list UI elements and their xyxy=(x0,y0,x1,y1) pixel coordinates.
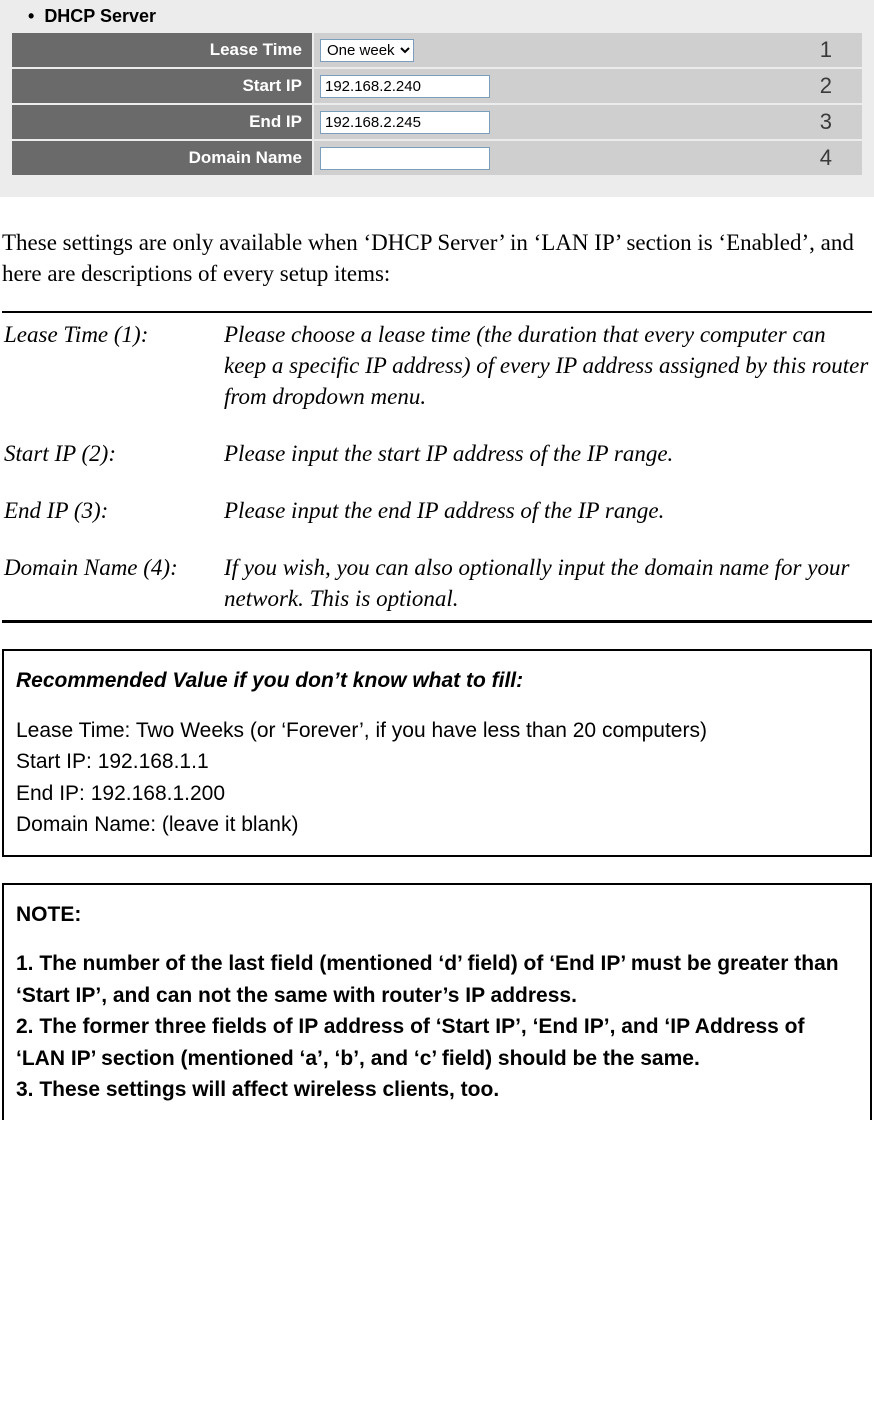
end-ip-input[interactable] xyxy=(320,111,490,134)
recommended-line: End IP: 192.168.1.200 xyxy=(16,778,858,810)
callout-2: 2 xyxy=(820,73,832,99)
cell-domain-name: 4 xyxy=(314,141,862,175)
lease-time-select[interactable]: One week xyxy=(320,39,414,62)
dhcp-form-panel: DHCP Server Lease Time One week 1 Start … xyxy=(0,0,874,197)
definitions-table: Lease Time (1): Please choose a lease ti… xyxy=(2,311,872,623)
label-lease-time: Lease Time xyxy=(12,33,312,67)
row-start-ip: Start IP 2 xyxy=(12,69,862,103)
start-ip-input[interactable] xyxy=(320,75,490,98)
cell-end-ip: 3 xyxy=(314,105,862,139)
def-row-domain-name: Domain Name (4): If you wish, you can al… xyxy=(2,546,872,622)
row-end-ip: End IP 3 xyxy=(12,105,862,139)
def-term: Domain Name (4): xyxy=(2,546,222,622)
dhcp-form-table: Lease Time One week 1 Start IP 2 End IP … xyxy=(10,31,864,177)
callout-4: 4 xyxy=(820,145,832,171)
def-row-end-ip: End IP (3): Please input the end IP addr… xyxy=(2,489,872,532)
recommended-title: Recommended Value if you don’t know what… xyxy=(16,665,858,697)
recommended-line: Lease Time: Two Weeks (or ‘Forever’, if … xyxy=(16,715,858,747)
recommended-line: Start IP: 192.168.1.1 xyxy=(16,746,858,778)
def-term: End IP (3): xyxy=(2,489,222,532)
label-end-ip: End IP xyxy=(12,105,312,139)
section-title: DHCP Server xyxy=(28,6,864,27)
label-start-ip: Start IP xyxy=(12,69,312,103)
recommended-line: Domain Name: (leave it blank) xyxy=(16,809,858,841)
def-row-start-ip: Start IP (2): Please input the start IP … xyxy=(2,432,872,475)
cell-start-ip: 2 xyxy=(314,69,862,103)
label-domain-name: Domain Name xyxy=(12,141,312,175)
def-term: Lease Time (1): xyxy=(2,312,222,418)
callout-1: 1 xyxy=(820,37,832,63)
def-desc: Please choose a lease time (the duration… xyxy=(222,312,872,418)
def-row-lease-time: Lease Time (1): Please choose a lease ti… xyxy=(2,312,872,418)
def-desc: Please input the end IP address of the I… xyxy=(222,489,872,532)
def-term: Start IP (2): xyxy=(2,432,222,475)
note-line: 1. The number of the last field (mention… xyxy=(16,948,858,1011)
callout-3: 3 xyxy=(820,109,832,135)
recommended-box: Recommended Value if you don’t know what… xyxy=(2,649,872,857)
note-box: NOTE: 1. The number of the last field (m… xyxy=(2,883,872,1120)
row-domain-name: Domain Name 4 xyxy=(12,141,862,175)
domain-name-input[interactable] xyxy=(320,147,490,170)
note-line: 3. These settings will affect wireless c… xyxy=(16,1074,858,1106)
def-desc: Please input the start IP address of the… xyxy=(222,432,872,475)
row-lease-time: Lease Time One week 1 xyxy=(12,33,862,67)
cell-lease-time: One week 1 xyxy=(314,33,862,67)
def-desc: If you wish, you can also optionally inp… xyxy=(222,546,872,622)
note-title: NOTE: xyxy=(16,899,858,931)
note-line: 2. The former three fields of IP address… xyxy=(16,1011,858,1074)
doc-body: These settings are only available when ‘… xyxy=(0,197,874,1130)
intro-paragraph: These settings are only available when ‘… xyxy=(2,227,872,289)
